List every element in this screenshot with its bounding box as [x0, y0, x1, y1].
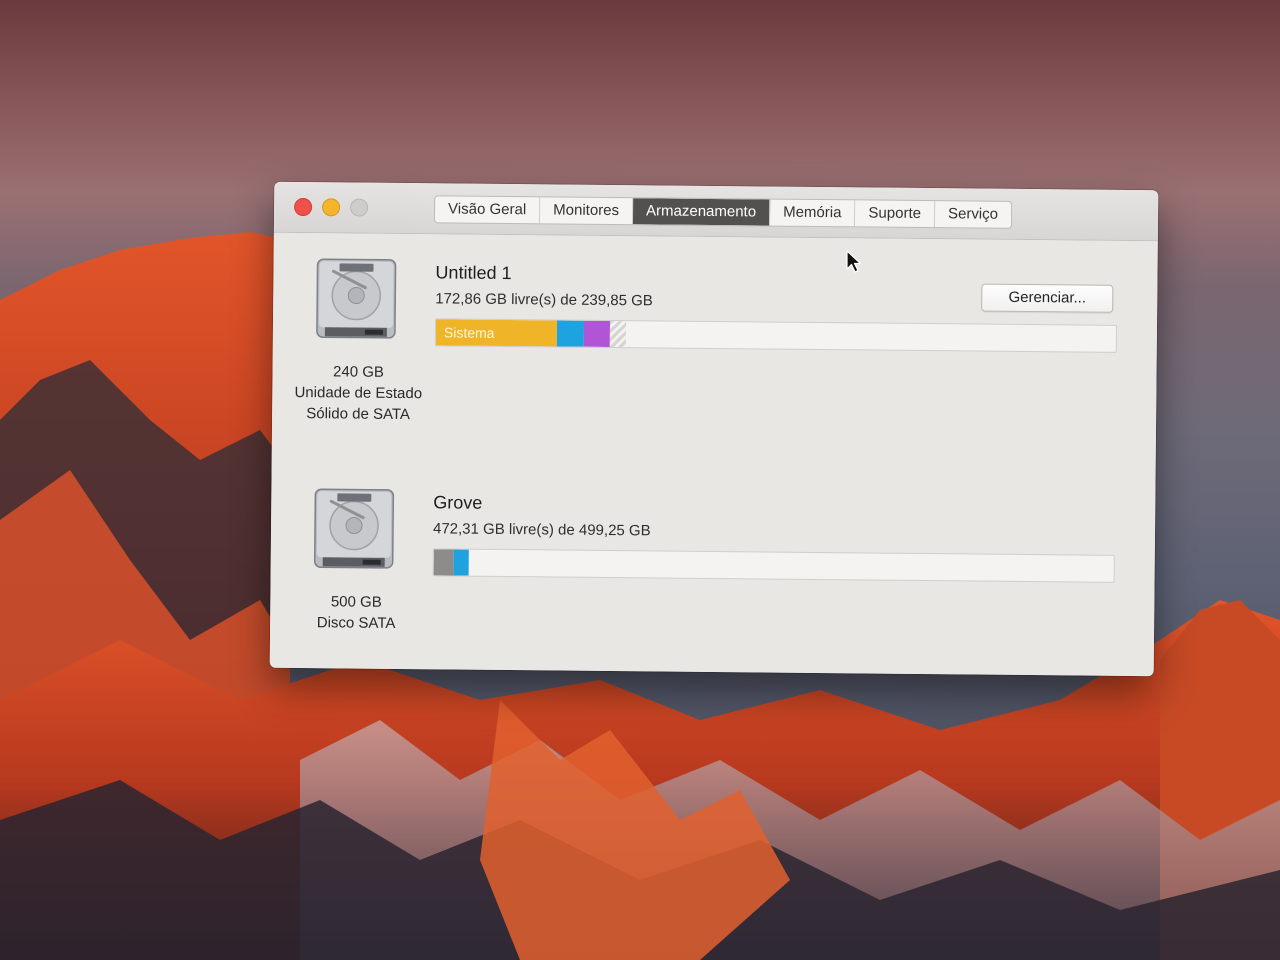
usage-segment — [584, 320, 611, 347]
storage-window: Visão Geral Monitores Armazenamento Memó… — [269, 181, 1159, 677]
window-titlebar: Visão Geral Monitores Armazenamento Memó… — [273, 181, 1159, 242]
mouse-pointer-icon — [846, 250, 862, 273]
drive-free-space: 172,86 GB livre(s) de 239,85 GB — [435, 290, 653, 310]
drive-name: Untitled 1 — [435, 262, 512, 284]
usage-segment-label: Sistema — [443, 324, 495, 341]
drive-caption: 500 GB Disco SATA — [282, 591, 430, 634]
usage-segment — [433, 549, 455, 576]
usage-segment — [453, 549, 470, 576]
zoom-window-button[interactable] — [350, 198, 369, 217]
drive-capacity-label: 240 GB — [333, 363, 385, 381]
hard-drive-icon — [313, 488, 395, 569]
close-window-button[interactable] — [294, 197, 313, 217]
manage-button[interactable]: Gerenciar... — [981, 283, 1114, 313]
drive-entry-grove: 500 GB Disco SATA Grove 472,31 GB livre(… — [271, 487, 1155, 632]
minimize-window-button[interactable] — [322, 198, 341, 217]
tab-monitores[interactable]: Monitores — [540, 197, 634, 225]
usage-segment: Sistema — [435, 319, 558, 347]
desktop: Visão Geral Monitores Armazenamento Memó… — [0, 0, 1280, 960]
drive-type-label: Unidade de Estado Sólido de SATA — [294, 383, 423, 424]
tab-armazenamento[interactable]: Armazenamento — [632, 198, 771, 226]
usage-segment — [556, 320, 585, 347]
drive-name: Grove — [433, 492, 483, 513]
hard-drive-icon — [316, 258, 397, 339]
drive-caption: 240 GB Unidade de Estado Sólido de SATA — [284, 361, 433, 425]
tab-suporte[interactable]: Suporte — [855, 200, 936, 228]
usage-segment — [609, 320, 627, 348]
drive-capacity-label: 500 GB — [330, 593, 382, 611]
drive-type-label: Disco SATA — [316, 614, 396, 632]
drive-entry-untitled-1: 240 GB Unidade de Estado Sólido de SATA … — [274, 257, 1158, 423]
tab-memoria[interactable]: Memória — [769, 199, 856, 227]
storage-usage-bar — [432, 548, 1115, 583]
tab-servico[interactable]: Serviço — [935, 201, 1011, 228]
drive-free-space: 472,31 GB livre(s) de 499,25 GB — [432, 520, 651, 540]
storage-content: 240 GB Unidade de Estado Sólido de SATA … — [269, 232, 1158, 677]
tab-bar: Visão Geral Monitores Armazenamento Memó… — [433, 195, 1013, 229]
tab-visao-geral[interactable]: Visão Geral — [434, 196, 541, 224]
storage-usage-bar: Sistema — [434, 318, 1118, 353]
